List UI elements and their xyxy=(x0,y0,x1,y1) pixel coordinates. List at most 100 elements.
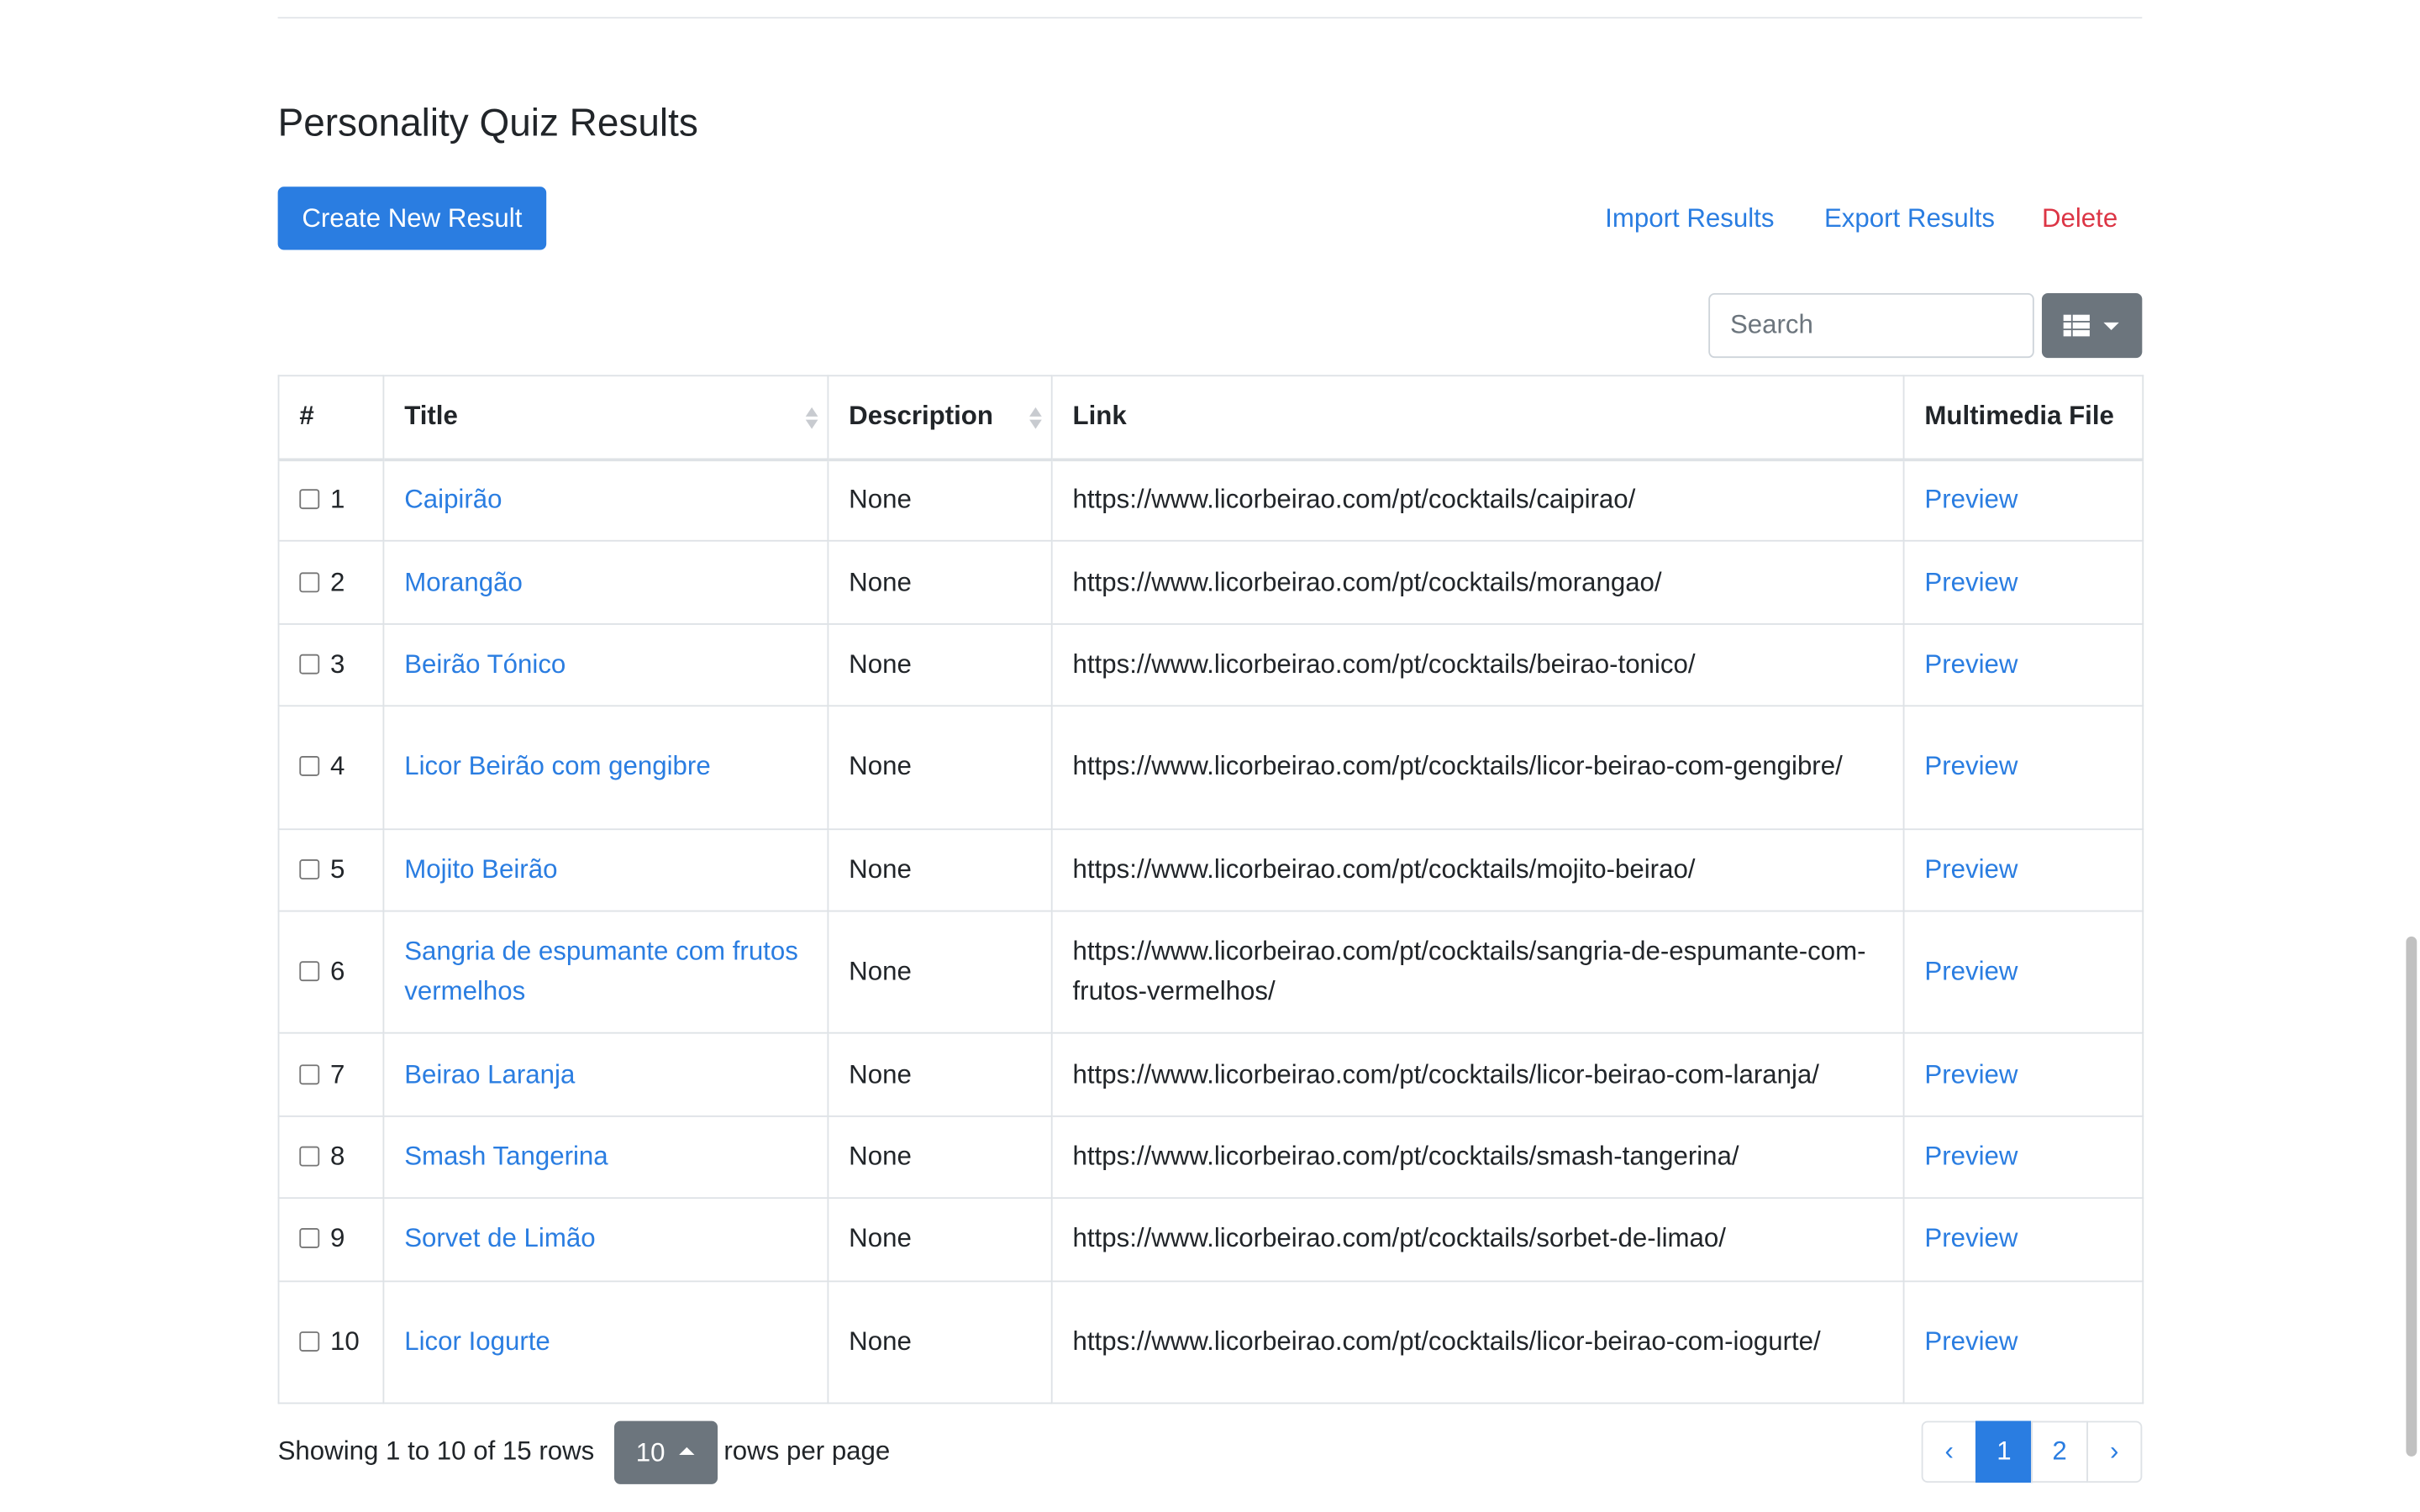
multimedia-cell: Preview xyxy=(1902,540,2144,625)
multimedia-cell: Preview xyxy=(1902,1032,2144,1117)
preview-link[interactable]: Preview xyxy=(1924,1142,2018,1171)
preview-link[interactable]: Preview xyxy=(1924,1224,2018,1253)
multimedia-cell: Preview xyxy=(1902,1279,2144,1404)
row-number: 2 xyxy=(330,567,345,597)
row-number: 8 xyxy=(330,1142,345,1171)
column-header-description-label: Description xyxy=(849,402,993,431)
search-input[interactable] xyxy=(1708,292,2034,359)
link-cell: https://www.licorbeirao.com/pt/cocktails… xyxy=(1050,458,1905,543)
multimedia-cell: Preview xyxy=(1902,1197,2144,1282)
multimedia-cell: Preview xyxy=(1902,910,2144,1035)
row-checkbox[interactable] xyxy=(299,490,320,510)
row-number-cell: 1 xyxy=(277,458,385,543)
table-row: 8 Smash Tangerina None https://www.licor… xyxy=(277,1115,2144,1200)
preview-link[interactable]: Preview xyxy=(1924,854,2018,884)
multimedia-cell: Preview xyxy=(1902,1115,2144,1200)
row-checkbox[interactable] xyxy=(299,1331,320,1352)
title-cell: Sangria de espumante com frutos vermelho… xyxy=(382,910,829,1035)
description-cell: None xyxy=(827,705,1053,830)
scrollbar-thumb[interactable] xyxy=(2406,936,2417,1457)
row-number: 1 xyxy=(330,485,345,515)
export-results-link[interactable]: Export Results xyxy=(1824,201,1995,238)
preview-link[interactable]: Preview xyxy=(1924,649,2018,679)
create-new-result-button[interactable]: Create New Result xyxy=(277,186,547,250)
preview-link[interactable]: Preview xyxy=(1924,1326,2018,1356)
title-link[interactable]: Smash Tangerina xyxy=(404,1142,608,1171)
table-row: 1 Caipirão None https://www.licorbeirao.… xyxy=(277,458,2144,543)
columns-toggle-button[interactable] xyxy=(2041,292,2143,359)
description-cell: None xyxy=(827,1279,1053,1404)
sort-icon xyxy=(805,406,818,430)
next-page-button[interactable]: › xyxy=(2086,1420,2143,1483)
multimedia-cell: Preview xyxy=(1902,827,2144,912)
link-cell: https://www.licorbeirao.com/pt/cocktails… xyxy=(1050,1115,1905,1200)
row-number: 10 xyxy=(330,1326,360,1356)
page-size-dropdown[interactable]: 10 xyxy=(614,1420,718,1484)
title-link[interactable]: Beirao Laranja xyxy=(404,1059,575,1089)
link-cell: https://www.licorbeirao.com/pt/cocktails… xyxy=(1050,1032,1905,1117)
divider xyxy=(277,17,2143,19)
title-link[interactable]: Sangria de espumante com frutos vermelho… xyxy=(404,937,798,1006)
title-link[interactable]: Sorvet de Limão xyxy=(404,1224,595,1253)
row-checkbox[interactable] xyxy=(299,571,320,592)
column-header-number: # xyxy=(277,375,385,461)
preview-link[interactable]: Preview xyxy=(1924,1059,2018,1089)
description-cell: None xyxy=(827,1197,1053,1282)
row-number-cell: 5 xyxy=(277,827,385,912)
row-checkbox[interactable] xyxy=(299,1146,320,1167)
delete-link[interactable]: Delete xyxy=(2042,201,2118,238)
page-2-button[interactable]: 2 xyxy=(2031,1420,2089,1483)
row-number-cell: 6 xyxy=(277,910,385,1035)
title-cell: Morangão xyxy=(382,540,829,625)
row-checkbox[interactable] xyxy=(299,654,320,675)
column-header-title[interactable]: Title xyxy=(382,375,829,461)
title-link[interactable]: Caipirão xyxy=(404,486,502,515)
link-cell: https://www.licorbeirao.com/pt/cocktails… xyxy=(1050,705,1905,830)
column-header-multimedia: Multimedia File xyxy=(1902,375,2144,461)
row-number-cell: 7 xyxy=(277,1032,385,1117)
row-checkbox[interactable] xyxy=(299,1228,320,1249)
caret-up-icon xyxy=(679,1446,695,1456)
title-cell: Licor Iogurte xyxy=(382,1279,829,1404)
title-link[interactable]: Beirão Tónico xyxy=(404,649,566,679)
link-cell: https://www.licorbeirao.com/pt/cocktails… xyxy=(1050,910,1905,1035)
preview-link[interactable]: Preview xyxy=(1924,752,2018,781)
preview-link[interactable]: Preview xyxy=(1924,486,2018,515)
column-header-description[interactable]: Description xyxy=(827,375,1053,461)
page-1-button[interactable]: 1 xyxy=(1975,1420,2033,1483)
row-number-cell: 8 xyxy=(277,1115,385,1200)
row-checkbox[interactable] xyxy=(299,858,320,879)
description-cell: None xyxy=(827,458,1053,543)
title-link[interactable]: Morangão xyxy=(404,567,523,596)
import-results-link[interactable]: Import Results xyxy=(1605,201,1774,238)
title-link[interactable]: Mojito Beirão xyxy=(404,854,557,884)
title-cell: Smash Tangerina xyxy=(382,1115,829,1200)
previous-page-button[interactable]: ‹ xyxy=(1921,1420,1977,1483)
link-cell: https://www.licorbeirao.com/pt/cocktails… xyxy=(1050,1279,1905,1404)
link-cell: https://www.licorbeirao.com/pt/cocktails… xyxy=(1050,827,1905,912)
row-number-cell: 2 xyxy=(277,540,385,625)
preview-link[interactable]: Preview xyxy=(1924,567,2018,596)
row-number: 6 xyxy=(330,957,345,986)
row-number-cell: 9 xyxy=(277,1197,385,1282)
row-checkbox[interactable] xyxy=(299,756,320,777)
title-cell: Sorvet de Limão xyxy=(382,1197,829,1282)
link-cell: https://www.licorbeirao.com/pt/cocktails… xyxy=(1050,540,1905,625)
multimedia-cell: Preview xyxy=(1902,705,2144,830)
row-number: 4 xyxy=(330,752,345,782)
row-checkbox[interactable] xyxy=(299,1063,320,1084)
table-row: 2 Morangão None https://www.licorbeirao.… xyxy=(277,540,2144,625)
table-row: 7 Beirao Laranja None https://www.licorb… xyxy=(277,1032,2144,1117)
column-header-link: Link xyxy=(1050,375,1905,461)
row-checkbox[interactable] xyxy=(299,961,320,982)
table-row: 5 Mojito Beirão None https://www.licorbe… xyxy=(277,827,2144,912)
title-link[interactable]: Licor Iogurte xyxy=(404,1326,550,1356)
title-cell: Licor Beirão com gengibre xyxy=(382,705,829,830)
description-cell: None xyxy=(827,827,1053,912)
title-link[interactable]: Licor Beirão com gengibre xyxy=(404,752,710,781)
description-cell: None xyxy=(827,910,1053,1035)
results-table: # Title Description Link Multimedia File… xyxy=(277,375,2144,1404)
multimedia-cell: Preview xyxy=(1902,458,2144,543)
description-cell: None xyxy=(827,540,1053,625)
preview-link[interactable]: Preview xyxy=(1924,957,2018,986)
